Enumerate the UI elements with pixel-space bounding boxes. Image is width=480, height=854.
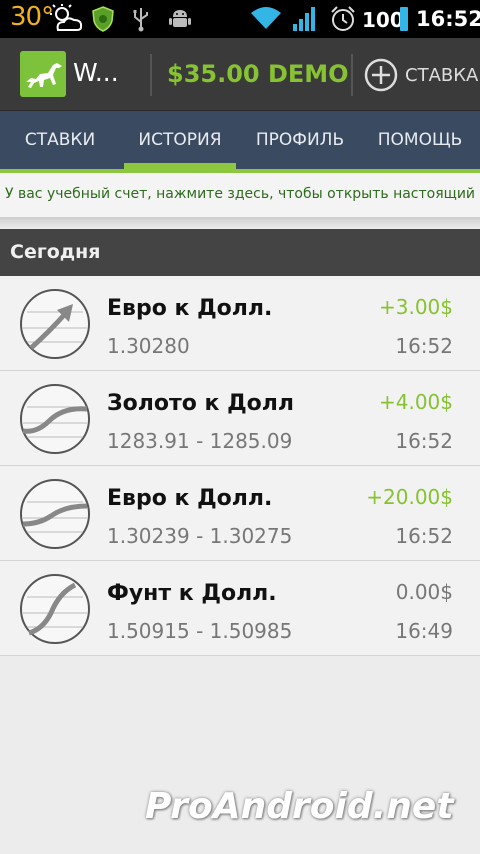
alarm-icon	[331, 6, 355, 31]
balance[interactable]: $35.00 DEMO	[167, 60, 349, 88]
asset-rate: 1.50915 - 1.50985	[107, 619, 293, 643]
android-debug-icon	[169, 10, 191, 27]
asset-name: Золото к Долл	[107, 391, 295, 416]
range-wave-icon	[20, 384, 90, 454]
app-title[interactable]: W...	[73, 58, 119, 87]
range-wave-icon	[20, 574, 90, 644]
usb-icon	[133, 8, 148, 32]
profit: +4.00$	[378, 390, 453, 414]
shield-icon	[92, 6, 114, 32]
watermark: ProAndroid.net	[145, 786, 454, 827]
tab-profile[interactable]: ПРОФИЛЬ	[240, 111, 360, 169]
asset-rate: 1.30280	[107, 334, 190, 358]
tab-bar: СТАВКИ ИСТОРИЯ ПРОФИЛЬ ПОМОЩЬ	[0, 111, 480, 169]
signal-icon	[293, 7, 315, 31]
status-bar: 30° 100 16:52	[0, 0, 480, 38]
divider	[150, 54, 152, 96]
divider	[351, 54, 353, 96]
history-row[interactable]: Золото к Долл 1283.91 - 1285.09 +4.00$ 1…	[0, 371, 480, 466]
range-wave-icon	[20, 479, 90, 549]
banner-shadow	[0, 217, 480, 229]
weather-icon	[50, 4, 83, 31]
profit: +20.00$	[366, 485, 453, 509]
tab-bets[interactable]: СТАВКИ	[0, 111, 120, 169]
action-bar: W... $35.00 DEMO СТАВКА	[0, 38, 480, 111]
demo-account-banner[interactable]: У вас учебный счет, нажмите здесь, чтобы…	[0, 173, 480, 217]
asset-rate: 1.30239 - 1.30275	[107, 524, 293, 548]
banner-text: У вас учебный счет, нажмите здесь, чтобы…	[5, 186, 476, 202]
history-row[interactable]: Фунт к Долл. 1.50915 - 1.50985 0.00$ 16:…	[0, 561, 480, 656]
plus-circle-icon	[364, 58, 398, 92]
tab-history[interactable]: ИСТОРИЯ	[124, 111, 236, 169]
bet-time: 16:52	[395, 524, 453, 548]
battery-level: 100	[362, 8, 404, 32]
bet-time: 16:52	[395, 334, 453, 358]
profit: +3.00$	[378, 295, 453, 319]
trend-up-icon	[20, 289, 90, 359]
history-list: Евро к Долл. 1.30280 +3.00$ 16:52 Золото…	[0, 276, 480, 656]
history-row[interactable]: Евро к Долл. 1.30239 - 1.30275 +20.00$ 1…	[0, 466, 480, 561]
asset-rate: 1283.91 - 1285.09	[107, 429, 293, 453]
bet-time: 16:49	[395, 619, 453, 643]
bet-time: 16:52	[395, 429, 453, 453]
clock: 16:52	[416, 7, 480, 31]
add-bet-button[interactable]: СТАВКА	[364, 55, 478, 95]
section-title: Сегодня	[10, 241, 101, 263]
app-logo-icon[interactable]	[20, 51, 66, 97]
section-header: Сегодня	[0, 229, 480, 276]
wifi-icon	[251, 7, 281, 29]
add-bet-label: СТАВКА	[405, 64, 479, 86]
battery-icon	[400, 7, 408, 31]
temperature: 30°	[10, 2, 54, 32]
profit: 0.00$	[395, 580, 453, 604]
asset-name: Евро к Долл.	[107, 296, 273, 321]
asset-name: Фунт к Долл.	[107, 581, 277, 606]
asset-name: Евро к Долл.	[107, 486, 273, 511]
tab-help[interactable]: ПОМОЩЬ	[360, 111, 480, 169]
history-row[interactable]: Евро к Долл. 1.30280 +3.00$ 16:52	[0, 276, 480, 371]
